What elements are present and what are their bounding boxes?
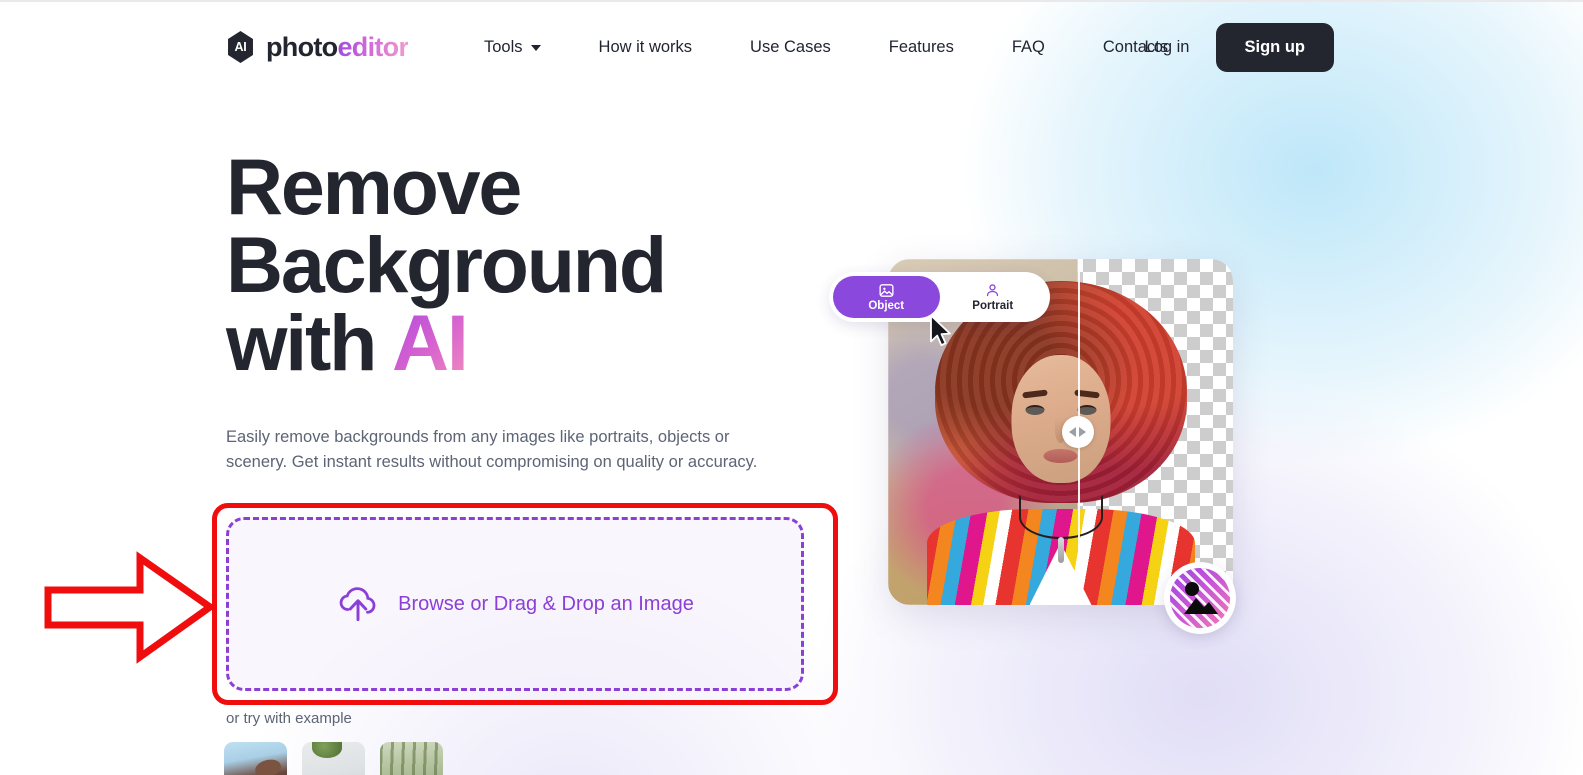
- logo-hexagon-icon: AI: [228, 31, 253, 63]
- hero-title-ai: AI: [391, 298, 469, 388]
- dropzone-label: Browse or Drag & Drop an Image: [398, 592, 694, 615]
- nav-item-use-cases[interactable]: Use Cases: [750, 32, 831, 63]
- subject-necklace: [1018, 495, 1103, 539]
- main-navigation: Tools How it works Use Cases Features FA…: [484, 32, 1168, 63]
- hero-title-line-3: with AI: [226, 303, 866, 382]
- subject-eye-right: [1077, 405, 1096, 415]
- page-root: AI photoeditor Tools How it works Use Ca…: [0, 0, 1583, 775]
- upload-dropzone-wrapper: Browse or Drag & Drop an Image: [226, 517, 804, 691]
- site-header: AI photoeditor Tools How it works Use Ca…: [0, 14, 1583, 80]
- logo-word-photo: photo: [266, 31, 338, 62]
- nav-item-tools-label: Tools: [484, 37, 523, 56]
- hero-subtitle: Easily remove backgrounds from any image…: [226, 427, 758, 471]
- nav-item-how-it-works[interactable]: How it works: [599, 32, 693, 63]
- hero-title-with: with: [226, 298, 392, 388]
- top-divider: [0, 0, 1583, 2]
- mode-button-object[interactable]: Object: [833, 276, 940, 318]
- subject-lips: [1043, 449, 1078, 463]
- subject-brow-left: [1021, 389, 1048, 399]
- mode-button-portrait[interactable]: Portrait: [940, 276, 1047, 318]
- logo-wordmark: photoeditor: [266, 31, 409, 62]
- photo-badge-icon: [1184, 582, 1218, 614]
- example-thumbnail-1[interactable]: [224, 742, 287, 775]
- nav-item-tools[interactable]: Tools: [484, 32, 541, 63]
- nav-item-faq[interactable]: FAQ: [1012, 32, 1045, 63]
- annotation-arrow-icon: [44, 551, 214, 664]
- hero-title-line-1: Remove: [226, 142, 522, 231]
- mode-label-portrait: Portrait: [972, 300, 1014, 312]
- image-icon: [879, 284, 894, 297]
- logo-word-editor: editor: [337, 31, 409, 62]
- try-example-label: or try with example: [226, 710, 352, 727]
- subject-pendant: [1057, 537, 1064, 563]
- auth-actions: Log in Sign up: [1145, 22, 1334, 72]
- subject-eye-left: [1025, 405, 1044, 415]
- photo-badge-inner: [1170, 568, 1230, 628]
- chevron-left-icon: [1069, 427, 1077, 437]
- person-icon: [987, 284, 999, 297]
- logo[interactable]: AI photoeditor: [226, 31, 409, 63]
- subject-face: [1011, 355, 1110, 483]
- signup-button[interactable]: Sign up: [1215, 22, 1334, 72]
- page-title: Remove Background with AI: [226, 142, 866, 383]
- example-thumbnail-3[interactable]: [380, 742, 443, 775]
- before-after-slider-handle[interactable]: [1061, 416, 1094, 448]
- example-thumbnails: [224, 742, 443, 775]
- hero-title-line-2: Background: [226, 220, 667, 310]
- hero-content: Remove Background with AI Easily remove …: [226, 142, 866, 475]
- photo-badge: [1164, 562, 1236, 634]
- mode-toggle: Object Portrait: [829, 272, 1050, 322]
- mode-label-object: Object: [868, 300, 905, 312]
- logo-mark-text: AI: [234, 39, 247, 54]
- chevron-down-icon: [530, 45, 541, 51]
- upload-dropzone[interactable]: Browse or Drag & Drop an Image: [226, 517, 804, 691]
- chevron-right-icon: [1079, 427, 1087, 437]
- login-link[interactable]: Log in: [1145, 38, 1190, 57]
- nav-item-features[interactable]: Features: [889, 32, 954, 63]
- cloud-upload-icon: [339, 587, 376, 622]
- example-thumbnail-2[interactable]: [302, 742, 365, 775]
